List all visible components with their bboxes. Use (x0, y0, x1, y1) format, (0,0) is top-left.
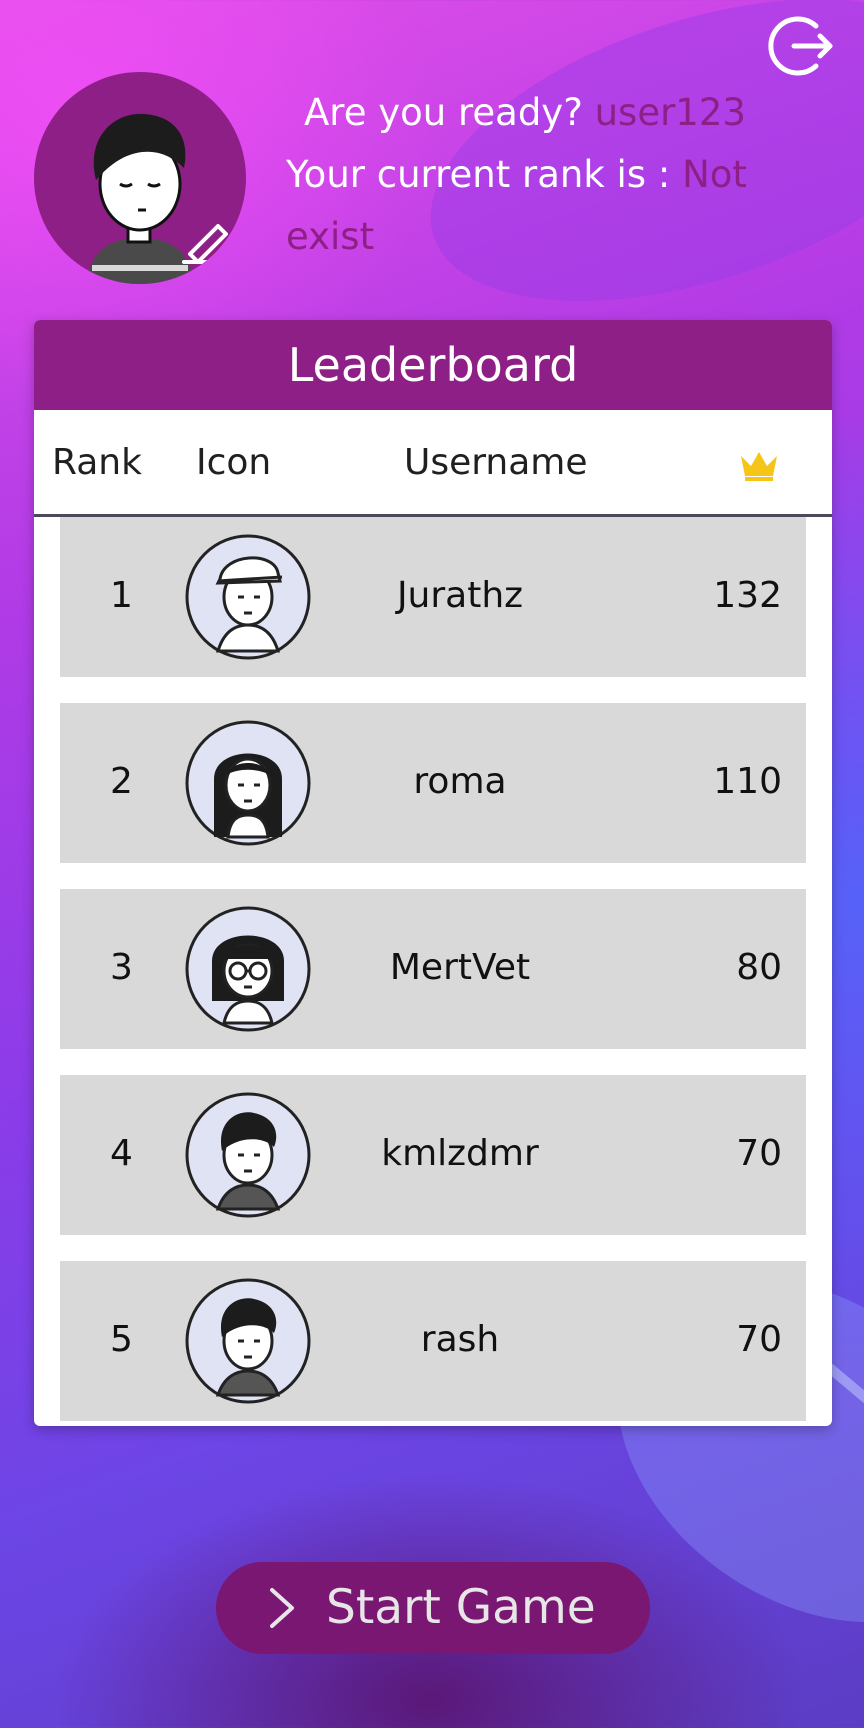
row-username: kmlzdmr (381, 1133, 539, 1174)
leaderboard-title: Leaderboard (34, 320, 832, 410)
table-row[interactable]: 1 Jurathz 132 (60, 517, 806, 677)
avatar-cap-icon (185, 534, 311, 660)
greeting-panel: Are you ready? user123 Your current rank… (286, 82, 806, 268)
row-score: 70 (736, 1319, 782, 1360)
greeting-text: Are you ready? (304, 91, 583, 134)
table-row[interactable]: 5 rash 70 (60, 1261, 806, 1421)
column-username: Username (404, 442, 588, 483)
row-score: 80 (736, 947, 782, 988)
column-icon: Icon (196, 442, 272, 483)
rank-value-continued: exist (286, 215, 375, 258)
row-rank: 3 (110, 947, 133, 988)
avatar-boy-icon (185, 1092, 311, 1218)
crown-icon (738, 448, 780, 491)
row-username: roma (413, 761, 507, 802)
row-rank: 2 (110, 761, 133, 802)
avatar-long-hair-icon (185, 720, 311, 846)
row-username: rash (420, 1319, 500, 1360)
rank-value: Not (682, 153, 747, 196)
exit-icon (768, 16, 833, 76)
avatar-glasses-icon (185, 906, 311, 1032)
table-row[interactable]: 4 kmlzdmr 70 (60, 1075, 806, 1235)
row-rank: 1 (110, 575, 133, 616)
username-text: user123 (594, 91, 746, 134)
row-username: Jurathz (396, 575, 524, 616)
chevron-right-icon (270, 1588, 294, 1628)
rank-label: Your current rank is : (286, 153, 671, 196)
row-rank: 5 (110, 1319, 133, 1360)
row-score: 70 (736, 1133, 782, 1174)
start-game-label: Start Game (326, 1580, 596, 1635)
avatar-boy-icon (185, 1278, 311, 1404)
leaderboard-header: Rank Icon Username (34, 410, 832, 517)
profile-avatar[interactable] (34, 72, 246, 284)
table-row[interactable]: 2 roma 110 (60, 703, 806, 863)
start-game-button[interactable]: Start Game (216, 1562, 650, 1654)
row-rank: 4 (110, 1133, 133, 1174)
row-score: 132 (713, 575, 782, 616)
exit-button[interactable] (764, 10, 836, 82)
user-avatar-edit-icon (86, 113, 234, 284)
row-score: 110 (713, 761, 782, 802)
table-row[interactable]: 3 MertVet 80 (60, 889, 806, 1049)
leaderboard-panel: Leaderboard Rank Icon Username 1 Jurathz… (34, 320, 832, 1426)
column-rank: Rank (52, 442, 142, 483)
row-username: MertVet (389, 947, 531, 988)
